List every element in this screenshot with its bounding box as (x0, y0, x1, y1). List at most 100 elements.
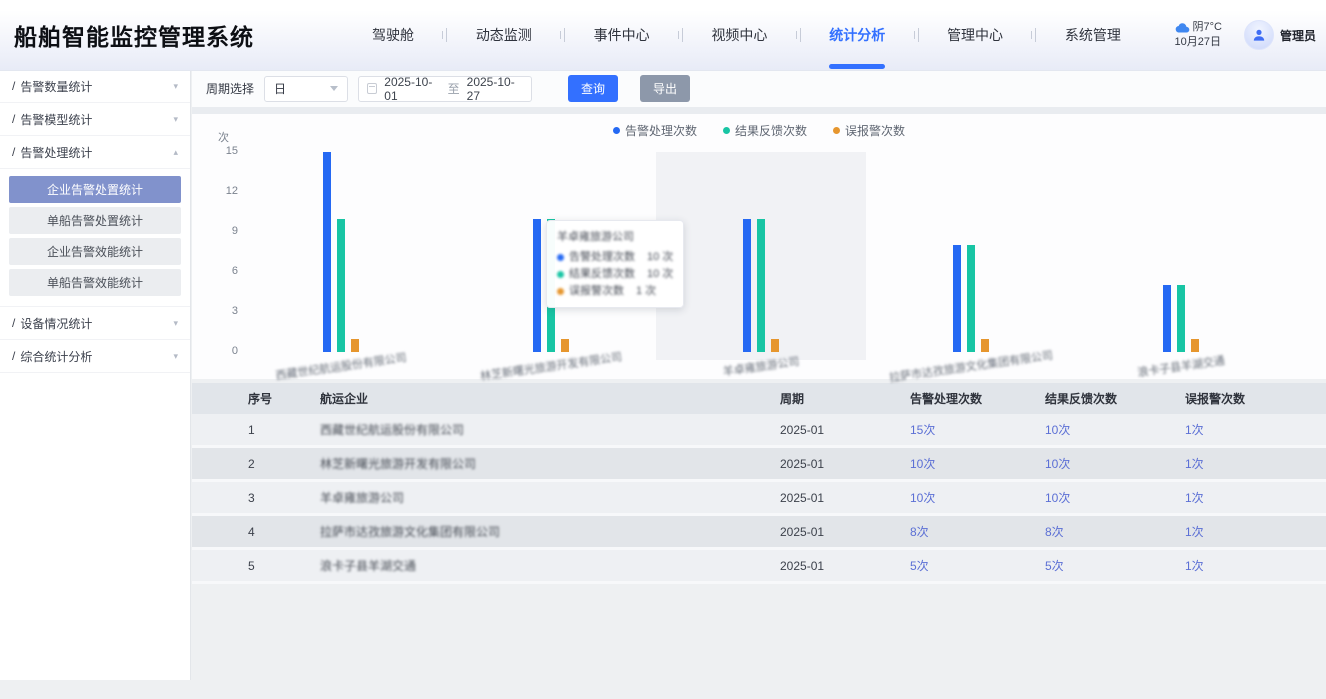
export-button[interactable]: 导出 (640, 75, 690, 102)
cell-handled-count[interactable]: 10次 (910, 455, 1045, 472)
cell-feedback-count[interactable]: 5次 (1045, 557, 1185, 574)
cell-false-alarm-count[interactable]: 1次 (1185, 455, 1326, 472)
nav-separator (442, 28, 447, 42)
filter-bar: 周期选择 日 2025-10-01 至 2025-10-27 查询 导出 (192, 70, 1326, 114)
nav-item-label: 统计分析 (829, 25, 885, 45)
column-header: 周期 (780, 390, 910, 407)
cell-false-alarm-count[interactable]: 1次 (1185, 421, 1326, 438)
y-axis-tick: 12 (192, 185, 238, 197)
date-range-picker[interactable]: 2025-10-01 至 2025-10-27 (358, 76, 532, 102)
section-prefix: / (12, 79, 15, 93)
table-row: 3羊卓雍旅游公司2025-0110次10次1次 (192, 482, 1326, 516)
chevron-down-icon: ▾ (173, 81, 178, 92)
sidebar-section-alarm-handling-stats[interactable]: /告警处理统计▴ (0, 136, 190, 169)
nav-item-label: 驾驶舱 (372, 25, 414, 45)
chart-bar-误报警次数[interactable] (771, 339, 779, 352)
sidebar-section-alarm-count-stats[interactable]: /告警数量统计▾ (0, 70, 190, 103)
tooltip-row: 结果反馈次数10 次 (557, 266, 673, 283)
cell-handled-count[interactable]: 5次 (910, 557, 1045, 574)
section-prefix: / (12, 112, 15, 126)
nav-item-management-center[interactable]: 管理中心 (947, 0, 1003, 70)
chart-bar-误报警次数[interactable] (561, 339, 569, 352)
section-prefix: / (12, 316, 15, 330)
period-select-value: 日 (274, 80, 286, 97)
cell-company: 浪卡子县羊湖交通 (320, 557, 780, 574)
nav-item-cockpit[interactable]: 驾驶舱 (372, 0, 414, 70)
y-axis-tick: 0 (192, 345, 238, 357)
chart-bar-结果反馈次数[interactable] (1177, 285, 1185, 352)
nav-item-video-center[interactable]: 视频中心 (711, 0, 767, 70)
active-tab-underline (829, 64, 885, 69)
app-title: 船舶智能监控管理系统 (14, 18, 254, 52)
cell-period: 2025-01 (780, 559, 910, 573)
user-menu[interactable]: 管理员 (1244, 20, 1316, 50)
cell-company: 西藏世纪航运股份有限公司 (320, 421, 780, 438)
nav-separator (560, 28, 565, 42)
y-axis-tick: 9 (192, 225, 238, 237)
sidebar-section-device-status-stats[interactable]: /设备情况统计▾ (0, 307, 190, 340)
query-button[interactable]: 查询 (568, 75, 618, 102)
legend-item-告警处理次数[interactable]: 告警处理次数 (613, 122, 697, 139)
table-row: 2林芝新曙光旅游开发有限公司2025-0110次10次1次 (192, 448, 1326, 482)
cell-feedback-count[interactable]: 8次 (1045, 523, 1185, 540)
chart-bar-误报警次数[interactable] (1191, 339, 1199, 352)
sidebar-section-label: 设备情况统计 (20, 315, 92, 332)
sidebar-section-alarm-model-stats[interactable]: /告警模型统计▾ (0, 103, 190, 136)
cell-false-alarm-count[interactable]: 1次 (1185, 489, 1326, 506)
sidebar-section-label: 告警处理统计 (20, 144, 92, 161)
table-body: 1西藏世纪航运股份有限公司2025-0115次10次1次2林芝新曙光旅游开发有限… (192, 414, 1326, 584)
weather-date: 10月27日 (1175, 35, 1222, 50)
chart-bar-结果反馈次数[interactable] (967, 245, 975, 352)
table-row: 5浪卡子县羊湖交通2025-015次5次1次 (192, 550, 1326, 584)
cell-false-alarm-count[interactable]: 1次 (1185, 523, 1326, 540)
tooltip-series-name: 告警处理次数 (569, 249, 635, 266)
nav-item-system-management[interactable]: 系统管理 (1065, 0, 1121, 70)
chart-bar-告警处理次数[interactable] (323, 152, 331, 352)
y-axis-tick: 15 (192, 145, 238, 157)
nav-separator (796, 28, 801, 42)
tooltip-dot (557, 254, 564, 261)
chart-bar-结果反馈次数[interactable] (337, 219, 345, 352)
weather-widget: 阴7°C 10月27日 (1175, 20, 1222, 50)
nav-item-dynamic-monitoring[interactable]: 动态监测 (476, 0, 532, 70)
sidebar-subitem-ship-alarm-disposal[interactable]: 单船告警处置统计 (9, 207, 181, 234)
calendar-icon (367, 83, 377, 94)
cell-company: 林芝新曙光旅游开发有限公司 (320, 455, 780, 472)
legend-item-误报警次数[interactable]: 误报警次数 (833, 122, 905, 139)
cell-false-alarm-count[interactable]: 1次 (1185, 557, 1326, 574)
legend-item-结果反馈次数[interactable]: 结果反馈次数 (723, 122, 807, 139)
chevron-down-icon: ▾ (173, 351, 178, 362)
chart-bar-告警处理次数[interactable] (533, 219, 541, 352)
chart-bar-告警处理次数[interactable] (743, 219, 751, 352)
cell-handled-count[interactable]: 15次 (910, 421, 1045, 438)
legend-dot (613, 127, 620, 134)
cell-feedback-count[interactable]: 10次 (1045, 489, 1185, 506)
cell-serial: 1 (192, 423, 320, 437)
cell-feedback-count[interactable]: 10次 (1045, 455, 1185, 472)
column-header: 结果反馈次数 (1045, 390, 1185, 407)
cell-feedback-count[interactable]: 10次 (1045, 421, 1185, 438)
avatar[interactable] (1244, 20, 1274, 50)
nav-item-label: 管理中心 (947, 25, 1003, 45)
chart-legend: 告警处理次数 结果反馈次数 误报警次数 (192, 122, 1326, 139)
date-start-value: 2025-10-01 (384, 75, 440, 103)
cell-handled-count[interactable]: 10次 (910, 489, 1045, 506)
person-icon (1251, 27, 1267, 43)
nav-item-statistics-analysis[interactable]: 统计分析 (829, 0, 885, 70)
cell-serial: 2 (192, 457, 320, 471)
nav-item-label: 系统管理 (1065, 25, 1121, 45)
nav-separator (914, 28, 919, 42)
chart-bar-结果反馈次数[interactable] (757, 219, 765, 352)
sidebar-subitem-ship-alarm-efficiency[interactable]: 单船告警效能统计 (9, 269, 181, 296)
sidebar-subitem-enterprise-alarm-efficiency[interactable]: 企业告警效能统计 (9, 238, 181, 265)
sidebar-section-comprehensive-stats[interactable]: /综合统计分析▾ (0, 340, 190, 373)
chart-bar-误报警次数[interactable] (351, 339, 359, 352)
period-select[interactable]: 日 (264, 76, 348, 102)
cell-handled-count[interactable]: 8次 (910, 523, 1045, 540)
chart-bar-告警处理次数[interactable] (1163, 285, 1171, 352)
sidebar-subitem-enterprise-alarm-disposal[interactable]: 企业告警处置统计 (9, 176, 181, 203)
chart-bar-告警处理次数[interactable] (953, 245, 961, 352)
chevron-down-icon: ▾ (173, 114, 178, 125)
nav-item-event-center[interactable]: 事件中心 (594, 0, 650, 70)
chart-bar-误报警次数[interactable] (981, 339, 989, 352)
